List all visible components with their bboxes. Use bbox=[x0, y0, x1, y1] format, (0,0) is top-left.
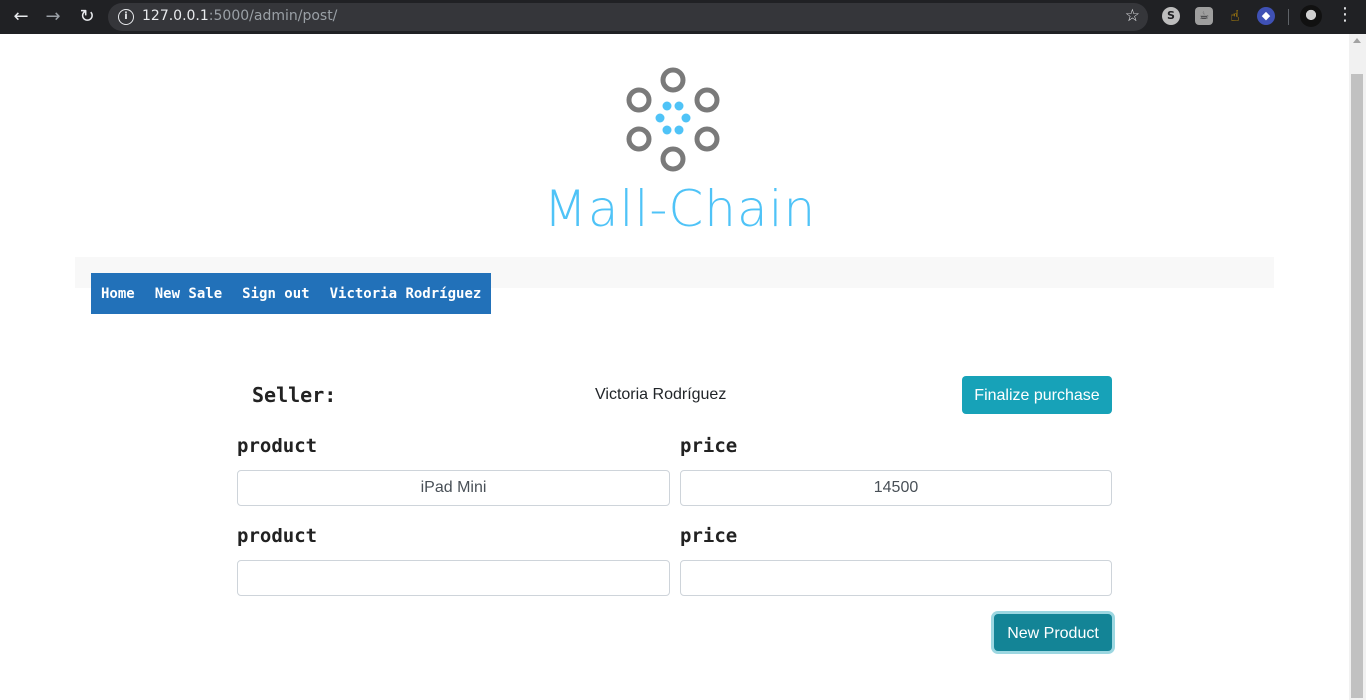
profile-avatar[interactable] bbox=[1300, 5, 1322, 27]
product-input[interactable] bbox=[237, 560, 670, 596]
logo-ring bbox=[660, 67, 686, 93]
logo-ring bbox=[694, 126, 720, 152]
main-menu: Home New Sale Sign out Victoria Rodrígue… bbox=[91, 273, 492, 314]
nav-home-link[interactable]: Home bbox=[101, 286, 135, 302]
logo-dot bbox=[674, 101, 684, 111]
price-input[interactable] bbox=[680, 560, 1112, 596]
logo-ring bbox=[660, 146, 686, 172]
product-input[interactable]: iPad Mini bbox=[237, 470, 670, 506]
browser-toolbar: ← → ↻ i 127.0.0.1:5000/admin/post/ ☆ S ☕… bbox=[0, 0, 1366, 34]
back-arrow-icon[interactable]: ← bbox=[8, 4, 34, 30]
logo-ring bbox=[626, 126, 652, 152]
toolbar-divider bbox=[1288, 9, 1289, 25]
scroll-thumb[interactable] bbox=[1351, 74, 1363, 698]
lightbulb-extension-icon[interactable]: ☕ bbox=[1195, 7, 1213, 25]
scroll-up-arrow-icon[interactable] bbox=[1353, 38, 1361, 43]
thumbs-up-extension-icon[interactable]: ☝ bbox=[1226, 7, 1244, 25]
shield-extension-icon[interactable]: ◆ bbox=[1257, 7, 1275, 25]
nav-user-link[interactable]: Victoria Rodríguez bbox=[330, 286, 482, 302]
logo-dot bbox=[662, 101, 672, 111]
mall-chain-logo-icon bbox=[626, 67, 720, 172]
forward-arrow-icon[interactable]: → bbox=[40, 4, 66, 30]
logo-ring bbox=[626, 87, 652, 113]
brand-name: Mall-Chain bbox=[543, 180, 817, 238]
skype-extension-icon[interactable]: S bbox=[1162, 7, 1180, 25]
product-label: product bbox=[237, 435, 318, 457]
price-input[interactable]: 14500 bbox=[680, 470, 1112, 506]
page-scrollbar[interactable] bbox=[1349, 34, 1366, 700]
info-icon[interactable]: i bbox=[118, 9, 134, 25]
nav-sign-out-link[interactable]: Sign out bbox=[242, 286, 309, 302]
logo-dot bbox=[681, 113, 691, 123]
reload-icon[interactable]: ↻ bbox=[74, 4, 100, 30]
logo-dot bbox=[662, 125, 672, 135]
address-bar[interactable]: i 127.0.0.1:5000/admin/post/ ☆ bbox=[108, 3, 1148, 31]
new-product-button[interactable]: New Product bbox=[994, 614, 1112, 651]
logo-ring bbox=[694, 87, 720, 113]
logo-dot bbox=[674, 125, 684, 135]
url-host: 127.0.0.1 bbox=[142, 8, 209, 24]
seller-label: Seller: bbox=[252, 383, 337, 407]
price-label: price bbox=[680, 525, 738, 547]
product-label: product bbox=[237, 525, 318, 547]
kebab-menu-icon[interactable]: ⋮ bbox=[1336, 4, 1354, 25]
brand-logo: Mall-Chain bbox=[540, 62, 820, 238]
star-icon[interactable]: ☆ bbox=[1125, 6, 1140, 26]
seller-name: Victoria Rodríguez bbox=[595, 386, 727, 403]
url-text[interactable]: 127.0.0.1:5000/admin/post/ bbox=[142, 8, 337, 24]
logo-dot bbox=[655, 113, 665, 123]
price-label: price bbox=[680, 435, 738, 457]
finalize-purchase-button[interactable]: Finalize purchase bbox=[962, 376, 1112, 414]
nav-new-sale-link[interactable]: New Sale bbox=[155, 286, 222, 302]
url-path: :5000/admin/post/ bbox=[208, 8, 338, 24]
